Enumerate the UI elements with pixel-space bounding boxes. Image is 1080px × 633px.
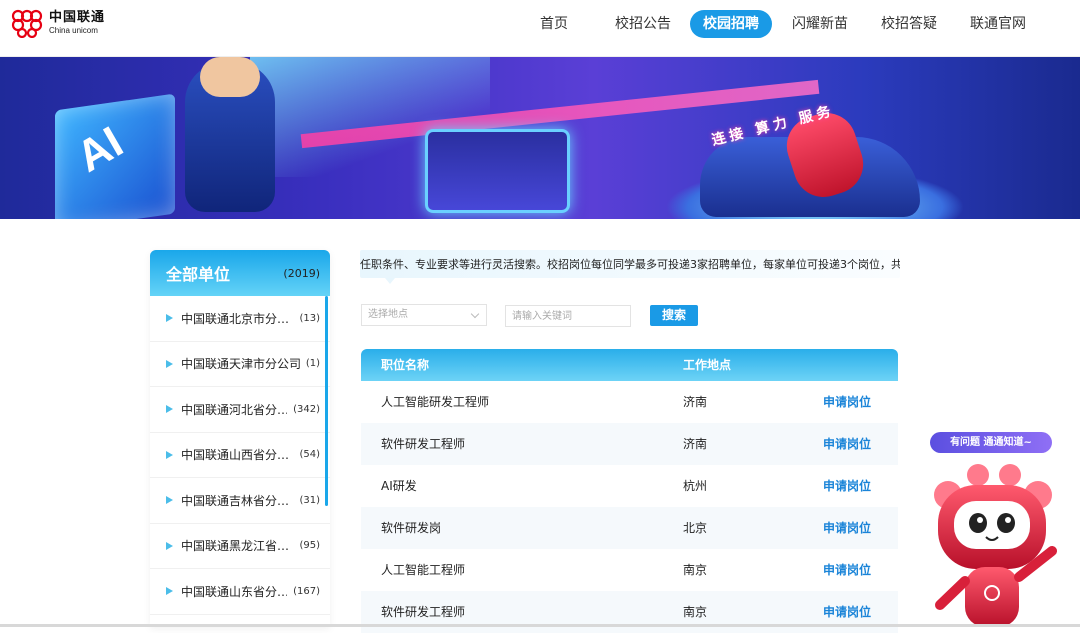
sidebar-item-shandong[interactable]: 中国联通山东省分… (167) (150, 569, 330, 615)
search-button[interactable]: 搜索 (650, 305, 698, 326)
top-header: 中国联通 China unicom 首页 校招公告 校园招聘 闪耀新苗 校招答疑… (0, 0, 1080, 57)
sidebar-item-count: (31) (299, 494, 320, 506)
sidebar-item-count: (342) (293, 403, 320, 415)
table-row[interactable]: 软件研发岗 北京 申请岗位 (361, 507, 898, 549)
sidebar-item-count: (1) (305, 358, 320, 370)
hero-banner: AI 连接 算力 服务 (0, 57, 1080, 219)
job-location: 济南 (683, 395, 708, 409)
location-select[interactable]: 选择地点 (361, 304, 487, 326)
banner-screen-graphic (425, 129, 570, 213)
table-body: 人工智能研发工程师 济南 申请岗位 软件研发工程师 济南 申请岗位 AI研发 杭… (361, 381, 898, 633)
sidebar-item-shanxi[interactable]: 中国联通山西省分… (54) (150, 433, 330, 478)
table-row[interactable]: 人工智能工程师 南京 申请岗位 (361, 549, 898, 591)
notice-text: 任职条件、专业要求等进行灵活搜索。校招岗位每位同学最多可投递3家招聘单位，每家单… (360, 258, 900, 271)
help-bubble[interactable]: 有问题 通通知道~ (930, 432, 1052, 453)
main-nav: 首页 校招公告 校园招聘 闪耀新苗 校招答疑 联通官网 (0, 10, 1080, 38)
unit-sidebar: 全部单位 (2019) 中国联通北京市分… (13) 中国联通天津市分公司 (1… (150, 250, 330, 627)
sidebar-item-label: 中国联通山西省分… (181, 448, 290, 463)
apply-button[interactable]: 申请岗位 (823, 549, 871, 591)
apply-button[interactable]: 申请岗位 (823, 423, 871, 465)
sidebar-item-label: 中国联通天津市分公司 (181, 357, 300, 372)
nav-faq[interactable]: 校招答疑 (874, 10, 944, 38)
triangle-right-icon (166, 496, 173, 505)
sidebar-item-hebei[interactable]: 中国联通河北省分… (342) (150, 387, 330, 433)
job-table: 职位名称 工作地点 人工智能研发工程师 济南 申请岗位 软件研发工程师 济南 申… (361, 349, 898, 633)
banner-figure-head (200, 57, 260, 97)
column-header-title: 职位名称 (381, 358, 430, 372)
chevron-down-icon (470, 309, 480, 319)
apply-button[interactable]: 申请岗位 (823, 381, 871, 423)
nav-official-site[interactable]: 联通官网 (962, 10, 1034, 38)
sidebar-item-label: 中国联通黑龙江省… (181, 539, 290, 554)
triangle-right-icon (166, 587, 173, 596)
nav-shining-talents[interactable]: 闪耀新苗 (784, 10, 856, 38)
nav-campus-recruiting[interactable]: 校园招聘 (690, 10, 772, 38)
job-title: AI研发 (381, 479, 417, 493)
sidebar-item-tianjin[interactable]: 中国联通天津市分公司 (1) (150, 342, 330, 387)
job-location: 济南 (683, 437, 708, 451)
location-select-placeholder: 选择地点 (368, 309, 408, 320)
column-header-location: 工作地点 (683, 358, 732, 372)
sidebar-item-count: (95) (299, 540, 320, 552)
notice-marquee: 任职条件、专业要求等进行灵活搜索。校招岗位每位同学最多可投递3家招聘单位，每家单… (360, 250, 900, 278)
nav-announcements[interactable]: 校招公告 (608, 10, 678, 38)
triangle-right-icon (166, 359, 173, 368)
job-title: 软件研发岗 (381, 521, 442, 535)
triangle-right-icon (166, 541, 173, 550)
job-title: 软件研发工程师 (381, 437, 466, 451)
sidebar-item-count: (13) (299, 312, 320, 324)
job-location: 南京 (683, 563, 708, 577)
sidebar-item-jilin[interactable]: 中国联通吉林省分… (31) (150, 478, 330, 524)
job-location: 杭州 (683, 479, 708, 493)
job-location: 北京 (683, 521, 708, 535)
unit-list: 中国联通北京市分… (13) 中国联通天津市分公司 (1) 中国联通河北省分… … (150, 296, 330, 615)
triangle-right-icon (166, 314, 173, 323)
sidebar-item-label: 中国联通山东省分… (181, 584, 288, 599)
sidebar-item-label: 中国联通吉林省分… (181, 493, 290, 508)
sidebar-total-count: (2019) (283, 266, 320, 280)
sidebar-item-count: (167) (293, 585, 320, 597)
sidebar-item-count: (54) (299, 449, 320, 461)
triangle-right-icon (166, 450, 173, 459)
table-row[interactable]: 人工智能研发工程师 济南 申请岗位 (361, 381, 898, 423)
sidebar-item-label: 中国联通北京市分… (181, 311, 290, 326)
sidebar-scrollbar[interactable] (325, 296, 328, 506)
triangle-right-icon (166, 405, 173, 414)
sidebar-header[interactable]: 全部单位 (2019) (150, 250, 330, 296)
sidebar-item-label: 中国联通河北省分… (181, 402, 288, 417)
sidebar-item-heilongjiang[interactable]: 中国联通黑龙江省… (95) (150, 524, 330, 569)
nav-home[interactable]: 首页 (530, 10, 578, 38)
sidebar-item-beijing[interactable]: 中国联通北京市分… (13) (150, 296, 330, 342)
keyword-input[interactable] (505, 305, 631, 327)
notice-pointer (385, 278, 395, 284)
table-row[interactable]: 软件研发工程师 济南 申请岗位 (361, 423, 898, 465)
table-header: 职位名称 工作地点 (361, 349, 898, 381)
apply-button[interactable]: 申请岗位 (823, 507, 871, 549)
table-row[interactable]: AI研发 杭州 申请岗位 (361, 465, 898, 507)
job-title: 人工智能研发工程师 (381, 395, 490, 409)
job-title: 人工智能工程师 (381, 563, 466, 577)
sidebar-title: 全部单位 (166, 265, 231, 284)
apply-button[interactable]: 申请岗位 (823, 465, 871, 507)
mascot-robot-icon[interactable] (920, 455, 1065, 627)
